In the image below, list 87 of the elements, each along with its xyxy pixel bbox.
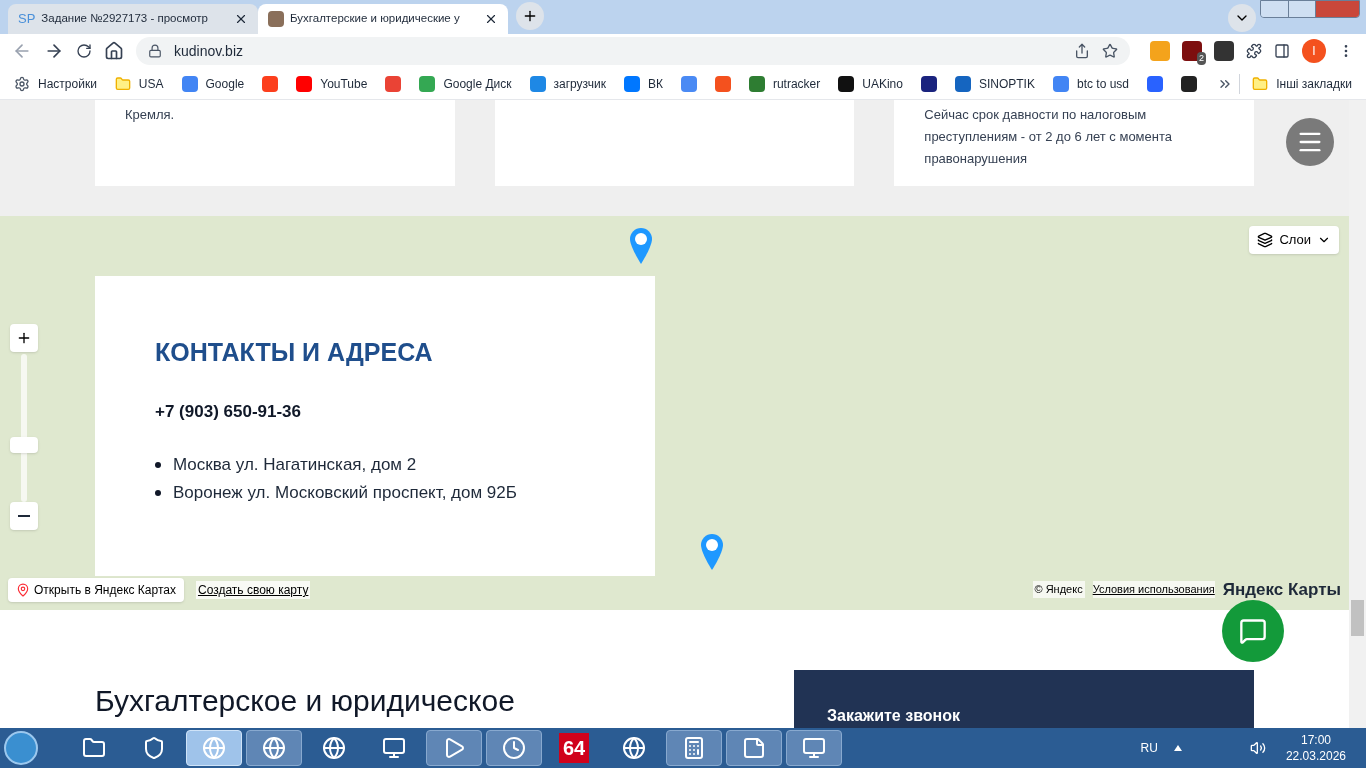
map-pin-icon (628, 225, 654, 266)
bookmark[interactable]: Настройки (8, 69, 103, 98)
address: Москва ул. Нагатинская, дом 2 (173, 453, 417, 476)
close-icon[interactable] (234, 12, 248, 26)
browser-tab[interactable]: SP Задание №2927173 - просмотр (8, 4, 258, 34)
taskbar-app[interactable]: 64 (546, 730, 602, 766)
open-map-button[interactable]: Открыть в Яндекс Картах (8, 578, 184, 602)
bookmark[interactable]: Google (175, 69, 251, 98)
minus-icon (18, 514, 30, 517)
address: Воронеж ул. Московский проспект, дом 92Б (173, 481, 517, 504)
map-pin-icon (699, 531, 725, 572)
home-icon[interactable] (104, 41, 124, 61)
bookmark[interactable]: SINOPTIK (948, 69, 1041, 98)
address-bar[interactable]: kudinov.biz (136, 37, 1130, 65)
card-text: Кремля. (125, 106, 176, 124)
zoom-out-button[interactable] (10, 501, 38, 530)
map[interactable]: КОНТАКТЫ И АДРЕСА +7 (903) 650-91-36 Москва ул. Нагатинская, дом 2 Воронеж ул. Московский проспект, дом 92Б Слои Открыть в Яндекс Картах Создать свою карту © Яндекс Условия использования Яндекс Карты (0, 215, 1349, 610)
window-controls[interactable] (1260, 0, 1360, 18)
clock-date: 22.03.2026 (1285, 748, 1346, 764)
app-icon (622, 736, 646, 760)
app-icon (202, 736, 226, 760)
bookmark[interactable]: Інші закладки (1246, 74, 1358, 93)
app-icon (682, 736, 706, 760)
extensions-icon[interactable] (1246, 43, 1262, 59)
app-icon (382, 736, 406, 760)
terms-link[interactable]: Условия использования (1092, 581, 1215, 598)
map-copyright: © Яндекс (1032, 581, 1085, 598)
map-logo: Яндекс Карты (1222, 578, 1341, 601)
bookmark[interactable]: Google Диск (413, 69, 518, 98)
zoom-in-button[interactable] (10, 323, 38, 352)
taskbar-app[interactable] (426, 730, 482, 766)
section-heading: Бухгалтерское и юридическое (95, 683, 516, 719)
layers-icon (1257, 231, 1274, 248)
close-icon[interactable] (484, 12, 498, 26)
bookmark[interactable]: rutracker (742, 69, 827, 98)
layers-button[interactable]: Слои (1249, 225, 1339, 254)
scrollbar[interactable] (1349, 100, 1366, 728)
star-icon[interactable] (1102, 43, 1118, 59)
create-map-link[interactable]: Создать свою карту (195, 581, 311, 599)
bookmark[interactable]: загрузчик (523, 69, 612, 98)
bookmark[interactable]: btc to usd (1046, 69, 1135, 98)
side-panel-icon[interactable] (1274, 43, 1290, 59)
taskbar-app[interactable] (726, 730, 782, 766)
share-icon[interactable] (1074, 43, 1090, 59)
zoom-handle[interactable] (10, 436, 38, 453)
app-icon (322, 736, 346, 760)
phone-number: +7 (903) 650-91-36 (155, 401, 303, 424)
callback-title: Закажите звонок (827, 706, 961, 726)
tab-favicon (268, 11, 284, 27)
app-icon (142, 736, 166, 760)
volume-icon[interactable] (1249, 740, 1266, 756)
app-icon (742, 736, 766, 760)
taskbar-app[interactable] (246, 730, 302, 766)
taskbar-app[interactable] (666, 730, 722, 766)
bookmark[interactable]: USA (108, 69, 170, 98)
folder-icon (114, 75, 131, 92)
app-icon (502, 736, 526, 760)
browser-tab[interactable]: Бухгалтерские и юридические у (258, 4, 508, 34)
new-tab-button[interactable] (516, 2, 544, 30)
taskbar-app[interactable] (486, 730, 542, 766)
start-button[interactable] (4, 731, 38, 765)
clock-time: 17:00 (1300, 732, 1331, 748)
lock-icon (148, 44, 162, 58)
zoom-slider[interactable] (10, 353, 38, 502)
reload-icon[interactable] (76, 43, 92, 59)
plus-icon (522, 8, 538, 24)
tab-favicon: SP (18, 10, 36, 29)
app-icon (262, 736, 286, 760)
tray-arrow-icon[interactable] (1173, 745, 1182, 751)
bookmark[interactable]: ВК (617, 69, 669, 98)
card-text: Сейчас срок давности по налоговым преступлениям - от 2 до 6 лет с момента правонарушения (924, 106, 1173, 168)
extension-icon[interactable] (1214, 41, 1234, 61)
app-icon (82, 736, 106, 760)
map-pin-icon (16, 583, 30, 597)
bookmark[interactable]: YouTube (290, 69, 374, 98)
app-icon (802, 736, 826, 760)
bullet-icon (155, 489, 161, 496)
taskbar-app[interactable] (786, 730, 842, 766)
folder-icon (1252, 75, 1269, 92)
extension-badge: 2 (1197, 51, 1206, 65)
settings-icon (14, 75, 30, 92)
language-indicator[interactable]: RU (1140, 739, 1158, 757)
chat-icon (1239, 617, 1267, 645)
bookmark[interactable]: UAKino (832, 69, 909, 98)
contacts-title: КОНТАКТЫ И АДРЕСА (155, 336, 434, 368)
bullet-icon (155, 461, 161, 468)
tab-search-button[interactable] (1228, 4, 1256, 32)
